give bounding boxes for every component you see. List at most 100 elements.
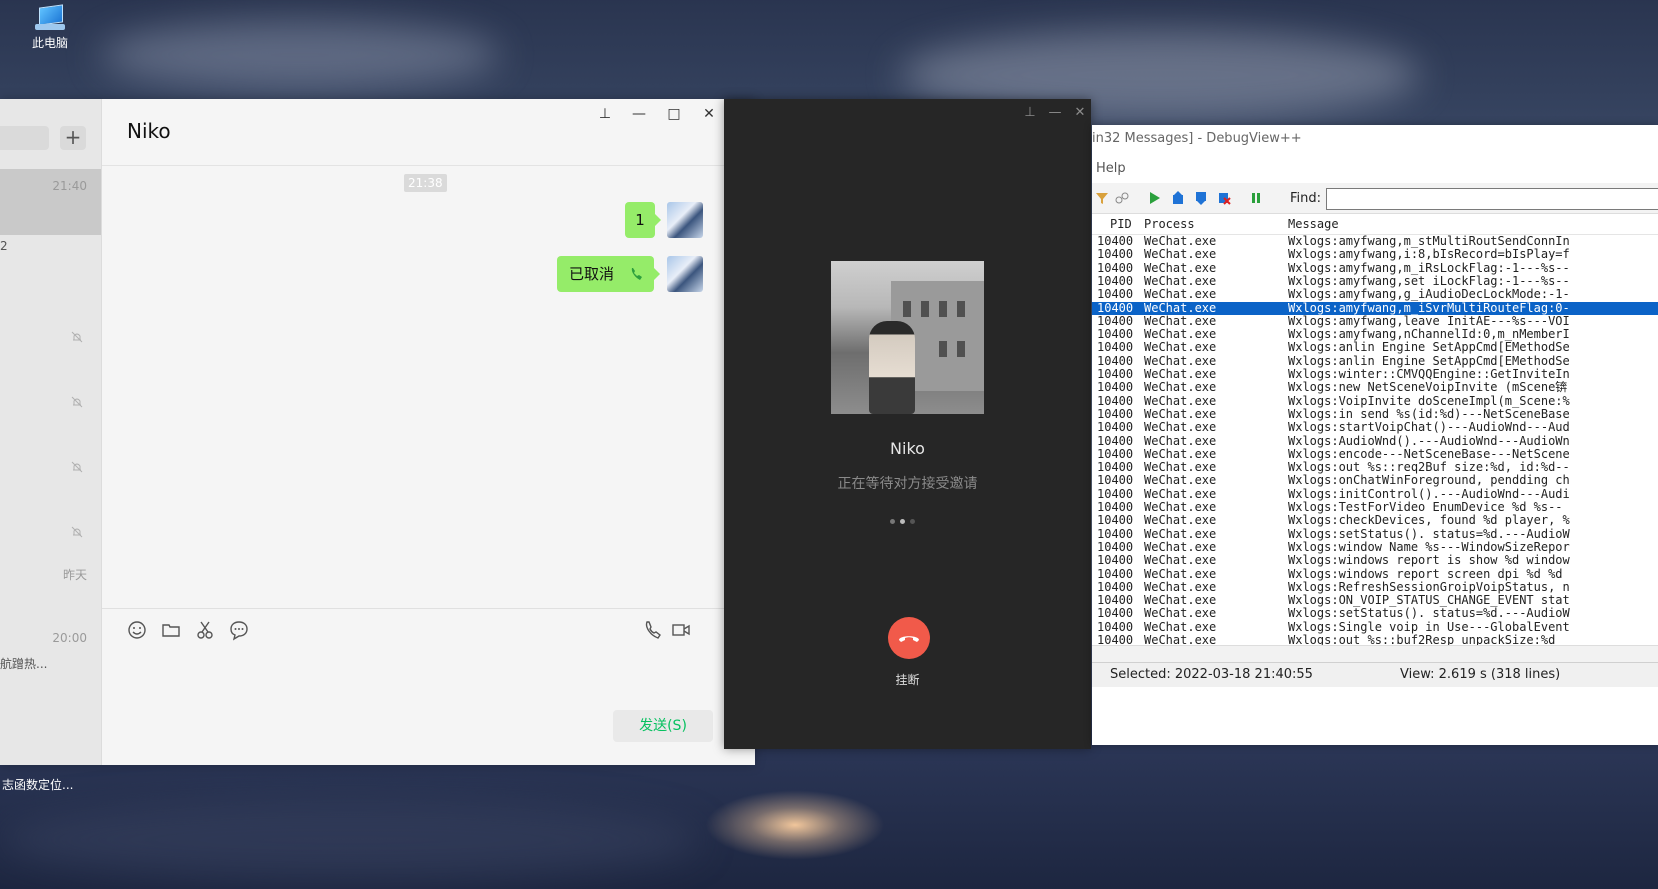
maximize-button[interactable]: □ bbox=[663, 105, 685, 123]
log-row[interactable]: 10400 WeChat.exe Wxlogs:onChatWinForegroun… bbox=[1092, 474, 1658, 487]
minimize-button[interactable]: — bbox=[1045, 105, 1065, 121]
pin-button[interactable]: ⊥ bbox=[1020, 105, 1040, 121]
log-cell-process: WeChat.exe bbox=[1144, 473, 1217, 488]
add-button[interactable]: + bbox=[60, 126, 86, 150]
log-row[interactable]: 10400 WeChat.exe Wxlogs:winter::CMVQQEngin… bbox=[1092, 368, 1658, 381]
wallpaper-glow bbox=[705, 790, 885, 860]
wechat-window: + 21:40 2 昨天 20:00 航蹭热... Niko ⊥ — □ ✕ ·… bbox=[0, 99, 755, 765]
desktop-icon-this-pc[interactable]: 此电脑 bbox=[18, 4, 82, 51]
log-cell-process: WeChat.exe bbox=[1144, 247, 1217, 262]
chat-history-icon[interactable] bbox=[228, 619, 250, 641]
log-row[interactable]: 10400 WeChat.exe Wxlogs:amyfwang,nChannelI… bbox=[1092, 328, 1658, 341]
folder-icon[interactable] bbox=[160, 619, 182, 641]
conversation-item-selected[interactable]: 21:40 bbox=[0, 169, 101, 235]
log-cell-pid: 10400 bbox=[1097, 353, 1134, 368]
horizontal-scrollbar[interactable] bbox=[1092, 645, 1658, 662]
clear-icon[interactable] bbox=[1217, 191, 1231, 205]
sky-cloud bbox=[100, 20, 500, 90]
mute-icon bbox=[71, 396, 83, 408]
log-cell-pid: 10400 bbox=[1097, 486, 1134, 501]
close-button[interactable]: ✕ bbox=[1070, 105, 1090, 121]
column-pid[interactable]: PID bbox=[1110, 217, 1132, 231]
log-cell-process: WeChat.exe bbox=[1144, 353, 1217, 368]
video-call-icon[interactable] bbox=[670, 619, 692, 641]
log-row[interactable]: 10400 WeChat.exe Wxlogs:amyfwang,m_iSvrMul… bbox=[1092, 301, 1658, 315]
pin-button[interactable]: ⊥ bbox=[594, 105, 616, 123]
message-bubble[interactable]: 1 bbox=[625, 202, 661, 238]
log-row[interactable]: 10400 WeChat.exe Wxlogs:RefreshSessionGroi… bbox=[1092, 580, 1658, 594]
avatar[interactable] bbox=[667, 202, 703, 238]
log-row[interactable]: 10400 WeChat.exe Wxlogs:ON_VOIP_STATUS_CHA… bbox=[1092, 594, 1658, 607]
log-row[interactable]: 10400 WeChat.exe Wxlogs:setStatus(). statu… bbox=[1092, 607, 1658, 620]
log-cell-pid: 10400 bbox=[1097, 473, 1134, 488]
log-row[interactable]: 10400 WeChat.exe Wxlogs:anlin Engine SetAp… bbox=[1092, 341, 1658, 354]
log-cell-message: Wxlogs:amyfwang,nChannelId:0,m_nMemberI bbox=[1288, 328, 1570, 342]
message-bubble[interactable]: 已取消 bbox=[557, 256, 660, 292]
pause-icon[interactable] bbox=[1249, 191, 1263, 205]
log-row[interactable]: 10400 WeChat.exe Wxlogs:encode---NetSceneB… bbox=[1092, 447, 1658, 461]
log-row[interactable]: 10400 WeChat.exe Wxlogs:amyfwang,g_iAudioD… bbox=[1092, 288, 1658, 301]
hangup-button[interactable] bbox=[888, 617, 930, 659]
link-icon[interactable] bbox=[1115, 191, 1129, 205]
log-row[interactable]: 10400 WeChat.exe Wxlogs:TestForVideo EnumD… bbox=[1092, 501, 1658, 514]
log-row[interactable]: 10400 WeChat.exe Wxlogs:anlin Engine SetAp… bbox=[1092, 353, 1658, 368]
desktop-caption: 志函数定位... bbox=[2, 778, 74, 792]
play-icon[interactable] bbox=[1147, 191, 1161, 205]
log-cell-pid: 10400 bbox=[1097, 500, 1134, 514]
minimize-button[interactable]: — bbox=[628, 105, 650, 123]
menu-help[interactable]: Help bbox=[1096, 161, 1126, 176]
column-process[interactable]: Process bbox=[1144, 217, 1195, 231]
log-cell-message: Wxlogs:Single voip in Use---GlobalEvent bbox=[1288, 620, 1570, 634]
log-cell-message: Wxlogs:winter::CMVQQEngine::GetInviteIn bbox=[1288, 368, 1570, 381]
conversation-list: + 21:40 2 昨天 20:00 航蹭热... bbox=[0, 99, 102, 765]
log-cell-pid: 10400 bbox=[1097, 260, 1134, 275]
find-input[interactable] bbox=[1326, 188, 1658, 210]
log-row[interactable]: 10400 WeChat.exe Wxlogs:amyfwang,set iLock… bbox=[1092, 274, 1658, 288]
log-row[interactable]: 10400 WeChat.exe Wxlogs:VoipInvite doScene… bbox=[1092, 394, 1658, 408]
log-cell-process: WeChat.exe bbox=[1144, 526, 1217, 541]
log-cell-message: Wxlogs:setStatus(). status=%d.---AudioW bbox=[1288, 527, 1570, 541]
emoji-icon[interactable] bbox=[126, 619, 148, 641]
log-row[interactable]: 10400 WeChat.exe Wxlogs:amyfwang,m_stMulti… bbox=[1092, 235, 1658, 248]
log-cell-process: WeChat.exe bbox=[1144, 367, 1217, 381]
column-message[interactable]: Message bbox=[1288, 217, 1339, 231]
log-row[interactable]: 10400 WeChat.exe Wxlogs:amyfwang,leave Ini… bbox=[1092, 314, 1658, 328]
voice-call-window: ⊥ — ✕ Niko 正在等待对方接受邀请 挂断 bbox=[724, 99, 1091, 749]
log-row[interactable]: 10400 WeChat.exe Wxlogs:window Name %s---W… bbox=[1092, 540, 1658, 554]
filter-icon[interactable] bbox=[1095, 191, 1109, 205]
phone-icon bbox=[631, 268, 642, 280]
log-cell-pid: 10400 bbox=[1097, 566, 1134, 581]
log-row[interactable]: 10400 WeChat.exe Wxlogs:initControl().---A… bbox=[1092, 486, 1658, 501]
avatar[interactable] bbox=[667, 256, 703, 292]
log-row[interactable]: 10400 WeChat.exe Wxlogs:in send %s(id:%d)-… bbox=[1092, 407, 1658, 421]
log-row[interactable]: 10400 WeChat.exe Wxlogs:AudioWnd().---Audi… bbox=[1092, 433, 1658, 448]
log-cell-message: Wxlogs:in send %s(id:%d)---NetSceneBase bbox=[1288, 407, 1570, 421]
log-row[interactable]: 10400 WeChat.exe Wxlogs:Single voip in Use… bbox=[1092, 620, 1658, 634]
scroll-bottom-icon[interactable] bbox=[1194, 191, 1208, 205]
log-row[interactable]: 10400 WeChat.exe Wxlogs:startVoipChat()---… bbox=[1092, 421, 1658, 434]
log-cell-message: Wxlogs:onChatWinForeground, pendding ch bbox=[1288, 474, 1570, 488]
log-row[interactable]: 10400 WeChat.exe Wxlogs:new NetSceneVoipIn… bbox=[1092, 381, 1658, 394]
send-button[interactable]: 发送(S) bbox=[613, 710, 713, 742]
close-button[interactable]: ✕ bbox=[698, 105, 720, 123]
log-row[interactable]: 10400 WeChat.exe Wxlogs:out %s::buf2Resp u… bbox=[1092, 634, 1658, 646]
selected-timestamp: Selected: 2022-03-18 21:40:55 bbox=[1110, 667, 1313, 682]
log-cell-pid: 10400 bbox=[1097, 460, 1134, 475]
log-row[interactable]: 10400 WeChat.exe Wxlogs:amyfwang,m_iRsLock… bbox=[1092, 260, 1658, 275]
log-row[interactable]: 10400 WeChat.exe Wxlogs:setStatus(). statu… bbox=[1092, 526, 1658, 541]
log-row[interactable]: 10400 WeChat.exe Wxlogs:checkDevices, foun… bbox=[1092, 514, 1658, 527]
log-cell-process: WeChat.exe bbox=[1144, 606, 1217, 621]
log-cell-process: WeChat.exe bbox=[1144, 566, 1217, 581]
log-row[interactable]: 10400 WeChat.exe Wxlogs:out %s::req2Buf si… bbox=[1092, 461, 1658, 474]
log-cell-pid: 10400 bbox=[1097, 433, 1134, 448]
log-row[interactable]: 10400 WeChat.exe Wxlogs:windows report is … bbox=[1092, 554, 1658, 567]
log-cell-message: Wxlogs:out %s::buf2Resp unpackSize:%d bbox=[1288, 634, 1556, 645]
log-row[interactable]: 10400 WeChat.exe Wxlogs:amyfwang,i:8,bIsRe… bbox=[1092, 248, 1658, 261]
log-row[interactable]: 10400 WeChat.exe Wxlogs:windows report scr… bbox=[1092, 566, 1658, 581]
scissors-icon[interactable] bbox=[194, 619, 216, 641]
log-cell-pid: 10400 bbox=[1097, 340, 1134, 355]
log-table-header: PID Process Message bbox=[1092, 214, 1658, 235]
scroll-top-icon[interactable] bbox=[1171, 191, 1185, 205]
search-input[interactable] bbox=[0, 126, 49, 150]
voice-call-icon[interactable] bbox=[642, 619, 664, 641]
